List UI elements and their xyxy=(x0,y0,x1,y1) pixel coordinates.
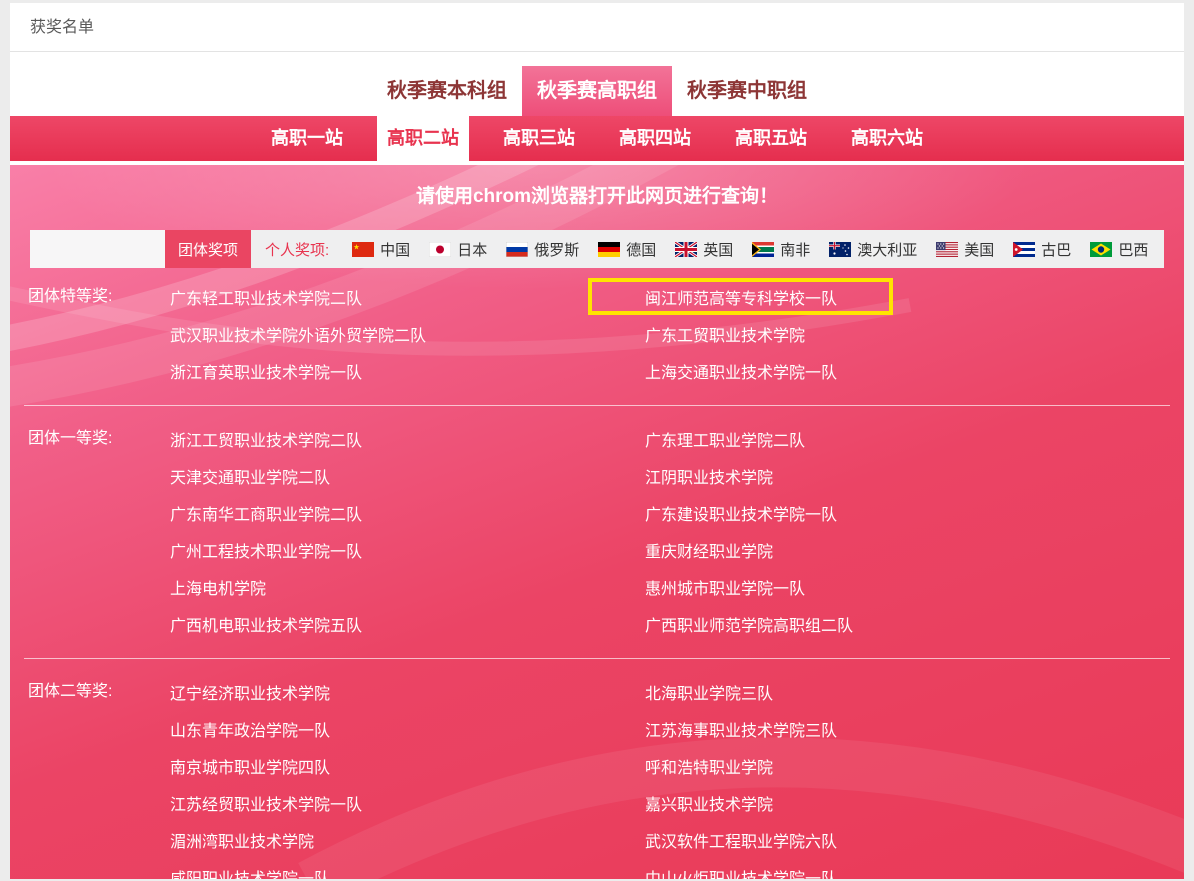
award-column-left: 辽宁经济职业技术学院 山东青年政治学院一队 南京城市职业学院四队 江苏经贸职业技… xyxy=(170,673,645,879)
award-team: 广西职业师范学院高职组二队 xyxy=(645,605,1184,642)
tab-autumn-vocational[interactable]: 秋季赛高职组 xyxy=(522,66,672,116)
tab-autumn-undergraduate[interactable]: 秋季赛本科组 xyxy=(372,66,522,116)
award-team: 武汉职业技术学院外语外贸学院二队 xyxy=(170,315,645,352)
tab-autumn-secondary[interactable]: 秋季赛中职组 xyxy=(672,66,822,116)
country-label: 中国 xyxy=(380,239,410,260)
award-team: 呼和浩特职业学院 xyxy=(645,747,1184,784)
highlight-box: 闽江师范高等专科学校一队 xyxy=(588,278,893,315)
award-team: 惠州城市职业学院一队 xyxy=(645,568,1184,605)
award-team: 广东工贸职业技术学院 xyxy=(645,315,1184,352)
page-header: 获奖名单 xyxy=(10,3,1184,52)
award-column-right: 闽江师范高等专科学校一队 广东工贸职业技术学院 上海交通职业技术学院一队 xyxy=(645,278,1184,389)
station-tab-bar: 高职一站 高职二站 高职三站 高职四站 高职五站 高职六站 xyxy=(10,116,1184,161)
award-column-left: 广东轻工职业技术学院二队 武汉职业技术学院外语外贸学院二队 浙江育英职业技术学院… xyxy=(170,278,645,389)
country-filter-russia[interactable]: 俄罗斯 xyxy=(506,239,579,260)
country-label: 英国 xyxy=(703,239,733,260)
country-label: 南非 xyxy=(780,239,810,260)
section-divider xyxy=(24,658,1170,659)
results-panel: 请使用chrom浏览器打开此网页进行查询！ 团体奖项 个人奖项: 中国 日本 xyxy=(10,165,1184,879)
country-label: 美国 xyxy=(964,239,994,260)
section-divider xyxy=(24,405,1170,406)
award-team: 浙江育英职业技术学院一队 xyxy=(170,352,645,389)
australia-flag-icon xyxy=(829,242,851,257)
country-label: 巴西 xyxy=(1118,239,1148,260)
award-team-highlighted: 闽江师范高等专科学校一队 xyxy=(645,278,1184,315)
subtab-station-1[interactable]: 高职一站 xyxy=(261,116,353,161)
award-filter-bar: 团体奖项 个人奖项: 中国 日本 俄罗斯 xyxy=(30,230,1164,268)
subtab-station-5[interactable]: 高职五站 xyxy=(725,116,817,161)
section-second-prize: 团体二等奖: 辽宁经济职业技术学院 山东青年政治学院一队 南京城市职业学院四队 … xyxy=(10,673,1184,879)
award-column-right: 广东理工职业学院二队 江阴职业技术学院 广东建设职业技术学院一队 重庆财经职业学… xyxy=(645,420,1184,642)
award-team: 武汉软件工程职业学院六队 xyxy=(645,821,1184,858)
award-team: 广东轻工职业技术学院二队 xyxy=(170,278,645,315)
country-filter-brazil[interactable]: 巴西 xyxy=(1090,239,1148,260)
team-awards-button[interactable]: 团体奖项 xyxy=(165,230,251,268)
award-team: 北海职业学院三队 xyxy=(645,673,1184,710)
section-label: 团体一等奖: xyxy=(10,420,170,457)
individual-awards-strip: 个人奖项: 中国 日本 俄罗斯 xyxy=(251,230,1164,268)
uk-flag-icon xyxy=(675,242,697,257)
filter-blank-cell xyxy=(30,230,165,268)
country-filter-china[interactable]: 中国 xyxy=(352,239,410,260)
subtab-station-6[interactable]: 高职六站 xyxy=(841,116,933,161)
russia-flag-icon xyxy=(506,242,528,257)
award-team: 咸阳职业技术学院一队 xyxy=(170,858,645,879)
cuba-flag-icon xyxy=(1013,242,1035,257)
award-team: 广西机电职业技术学院五队 xyxy=(170,605,645,642)
subtab-station-2[interactable]: 高职二站 xyxy=(377,116,469,161)
award-team: 广州工程技术职业学院一队 xyxy=(170,531,645,568)
award-team: 江苏海事职业技术学院三队 xyxy=(645,710,1184,747)
usa-flag-icon xyxy=(936,242,958,257)
subtab-station-4[interactable]: 高职四站 xyxy=(609,116,701,161)
section-special-prize: 团体特等奖: 广东轻工职业技术学院二队 武汉职业技术学院外语外贸学院二队 浙江育… xyxy=(10,278,1184,389)
page: 获奖名单 秋季赛本科组 秋季赛高职组 秋季赛中职组 高职一站 高职二站 高职三站… xyxy=(0,0,1194,881)
group-tab-bar: 秋季赛本科组 秋季赛高职组 秋季赛中职组 xyxy=(10,52,1184,116)
award-column-left: 浙江工贸职业技术学院二队 天津交通职业学院二队 广东南华工商职业学院二队 广州工… xyxy=(170,420,645,642)
page-title: 获奖名单 xyxy=(30,19,94,36)
award-team: 浙江工贸职业技术学院二队 xyxy=(170,420,645,457)
award-team: 广东理工职业学院二队 xyxy=(645,420,1184,457)
country-filter-cuba[interactable]: 古巴 xyxy=(1013,239,1071,260)
award-sections: 团体特等奖: 广东轻工职业技术学院二队 武汉职业技术学院外语外贸学院二队 浙江育… xyxy=(10,268,1184,879)
section-first-prize: 团体一等奖: 浙江工贸职业技术学院二队 天津交通职业学院二队 广东南华工商职业学… xyxy=(10,420,1184,642)
award-team: 上海电机学院 xyxy=(170,568,645,605)
germany-flag-icon xyxy=(598,242,620,257)
award-team: 上海交通职业技术学院一队 xyxy=(645,352,1184,389)
country-label: 澳大利亚 xyxy=(857,239,917,260)
award-team: 中山火炬职业技术学院一队 xyxy=(645,858,1184,879)
country-label: 日本 xyxy=(457,239,487,260)
country-label: 俄罗斯 xyxy=(534,239,579,260)
japan-flag-icon xyxy=(429,242,451,257)
award-team: 天津交通职业学院二队 xyxy=(170,457,645,494)
country-filter-germany[interactable]: 德国 xyxy=(598,239,656,260)
china-flag-icon xyxy=(352,242,374,257)
award-team: 山东青年政治学院一队 xyxy=(170,710,645,747)
award-team: 湄洲湾职业技术学院 xyxy=(170,821,645,858)
south-africa-flag-icon xyxy=(752,242,774,257)
award-column-right: 北海职业学院三队 江苏海事职业技术学院三队 呼和浩特职业学院 嘉兴职业技术学院 … xyxy=(645,673,1184,879)
country-label: 德国 xyxy=(626,239,656,260)
brazil-flag-icon xyxy=(1090,242,1112,257)
section-label: 团体二等奖: xyxy=(10,673,170,710)
country-filter-uk[interactable]: 英国 xyxy=(675,239,733,260)
country-filter-south-africa[interactable]: 南非 xyxy=(752,239,810,260)
award-team: 江阴职业技术学院 xyxy=(645,457,1184,494)
country-filter-australia[interactable]: 澳大利亚 xyxy=(829,239,917,260)
award-team: 嘉兴职业技术学院 xyxy=(645,784,1184,821)
award-team: 辽宁经济职业技术学院 xyxy=(170,673,645,710)
award-team: 南京城市职业学院四队 xyxy=(170,747,645,784)
section-label: 团体特等奖: xyxy=(10,278,170,315)
country-filter-japan[interactable]: 日本 xyxy=(429,239,487,260)
award-team: 广东建设职业技术学院一队 xyxy=(645,494,1184,531)
award-team: 江苏经贸职业技术学院一队 xyxy=(170,784,645,821)
subtab-station-3[interactable]: 高职三站 xyxy=(493,116,585,161)
browser-notice-text: 请使用chrom浏览器打开此网页进行查询！ xyxy=(10,181,1184,208)
country-label: 古巴 xyxy=(1041,239,1071,260)
country-filter-usa[interactable]: 美国 xyxy=(936,239,994,260)
award-team: 广东南华工商职业学院二队 xyxy=(170,494,645,531)
award-team: 重庆财经职业学院 xyxy=(645,531,1184,568)
individual-awards-label: 个人奖项: xyxy=(265,239,329,260)
